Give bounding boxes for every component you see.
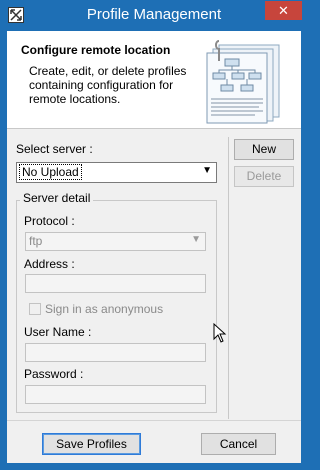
address-label: Address : xyxy=(24,257,75,271)
close-button[interactable]: ✕ xyxy=(265,1,302,20)
document-flowchart-icon xyxy=(206,40,280,124)
username-field[interactable] xyxy=(25,343,206,362)
anonymous-label: Sign in as anonymous xyxy=(45,302,164,316)
protocol-select-value: ftp xyxy=(29,234,43,248)
server-detail-label: Server detail xyxy=(20,191,94,205)
chevron-down-icon: ▼ xyxy=(191,234,201,245)
anonymous-checkbox[interactable] xyxy=(29,303,41,315)
vertical-divider xyxy=(228,137,229,419)
dialog-body: Configure remote location Create, edit, … xyxy=(7,31,301,463)
close-icon: ✕ xyxy=(278,3,289,18)
protocol-select[interactable]: ftp ▼ xyxy=(25,232,206,251)
save-profiles-button[interactable]: Save Profiles xyxy=(42,433,141,455)
password-field[interactable] xyxy=(25,385,206,404)
new-button[interactable]: New xyxy=(234,139,294,160)
server-select-value: No Upload xyxy=(19,164,82,180)
chevron-down-icon: ▼ xyxy=(202,165,212,176)
protocol-label: Protocol : xyxy=(24,214,75,228)
server-select[interactable]: No Upload ▼ xyxy=(16,162,217,183)
username-label: User Name : xyxy=(24,325,92,339)
password-label: Password : xyxy=(24,367,84,381)
cancel-button[interactable]: Cancel xyxy=(201,433,276,455)
select-server-label: Select server : xyxy=(16,142,93,156)
window-title: Profile Management xyxy=(86,6,222,23)
address-field[interactable] xyxy=(25,274,206,293)
title-bar: Profile Management ✕ xyxy=(0,0,308,31)
delete-button[interactable]: Delete xyxy=(234,166,294,187)
banner-description: Create, edit, or delete profiles contain… xyxy=(29,64,187,106)
header-banner: Configure remote location Create, edit, … xyxy=(7,31,301,129)
mouse-cursor-icon xyxy=(213,323,227,343)
banner-title: Configure remote location xyxy=(21,43,171,57)
footer-divider xyxy=(7,420,301,421)
